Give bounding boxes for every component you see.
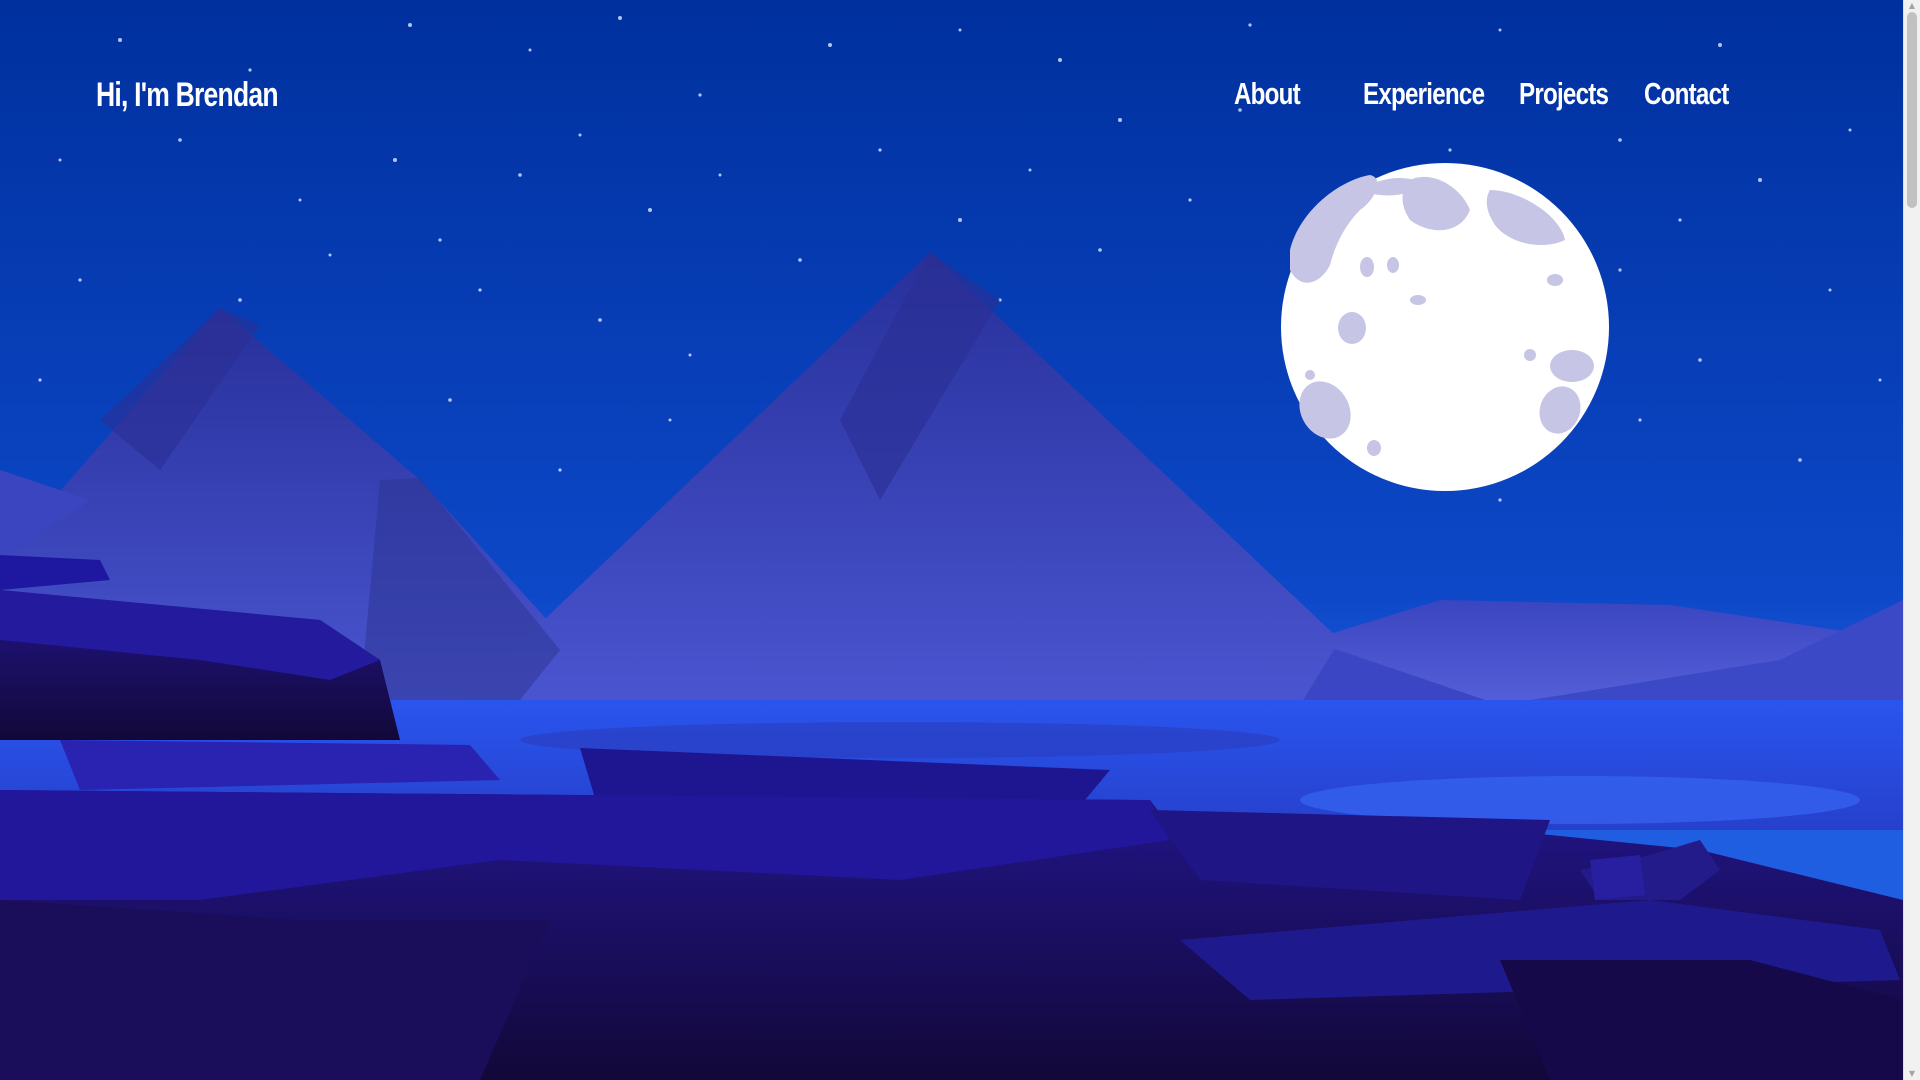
nav-link-projects[interactable]: Projects — [1519, 76, 1609, 112]
nav-link-contact[interactable]: Contact — [1644, 76, 1729, 112]
moon-icon — [1281, 163, 1609, 491]
chevron-up-icon[interactable]: ▲ — [1904, 0, 1920, 12]
chevron-down-icon[interactable]: ▼ — [1904, 1068, 1920, 1080]
scrollbar-thumb[interactable] — [1907, 12, 1917, 208]
nav-link-about[interactable]: About — [1234, 76, 1301, 112]
site-brand[interactable]: Hi, I'm Brendan — [96, 76, 279, 115]
nav-link-experience[interactable]: Experience — [1363, 76, 1485, 112]
vertical-scrollbar[interactable]: ▲ ▼ — [1903, 0, 1920, 1080]
hero-section: Hi, I'm Brendan About Experience Project… — [0, 0, 1903, 1080]
site-header: Hi, I'm Brendan About Experience Project… — [0, 0, 1903, 200]
